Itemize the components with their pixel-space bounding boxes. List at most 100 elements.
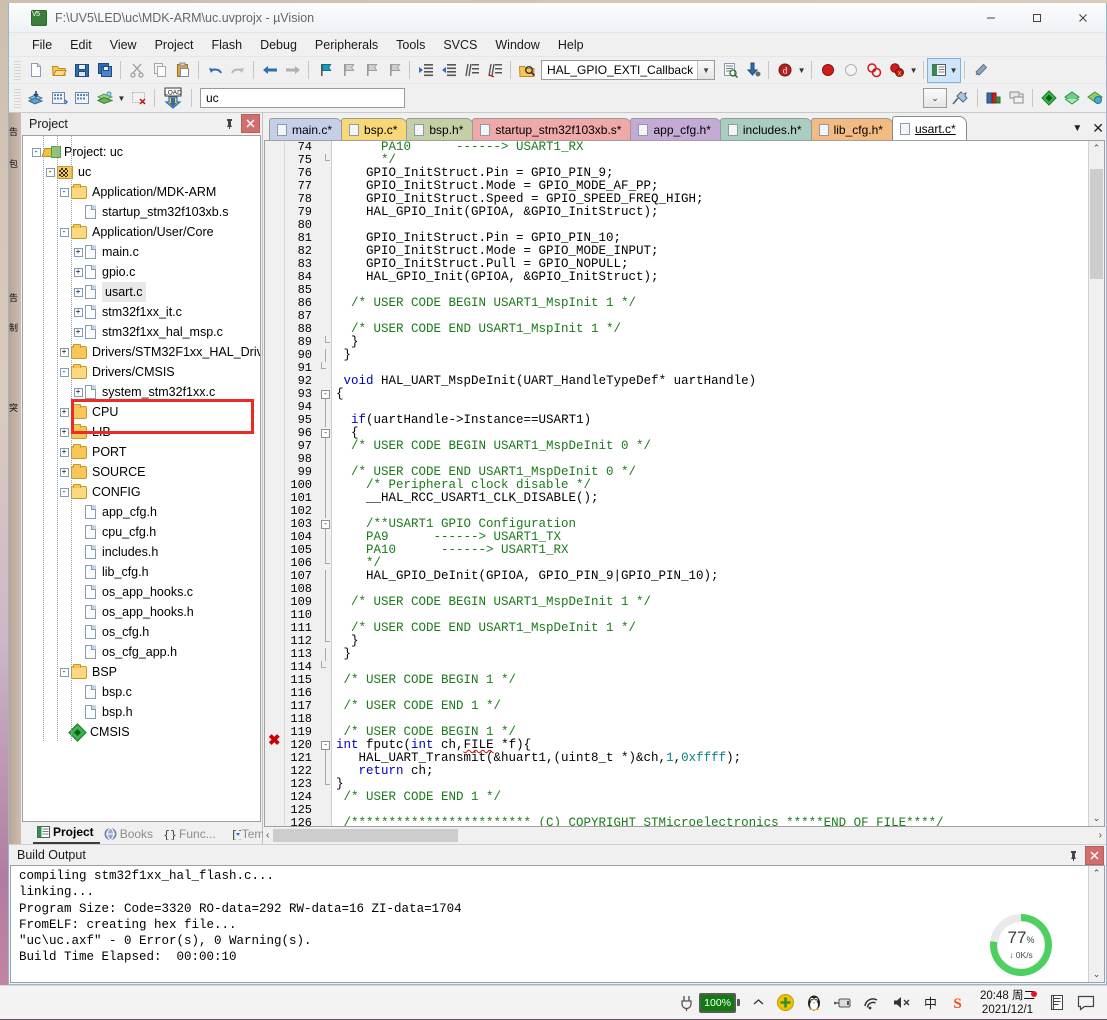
code-line[interactable]: 95 if(uartHandle->Instance==USART1) — [285, 414, 1088, 427]
fold-column[interactable] — [318, 804, 332, 817]
fold-column[interactable]: - — [318, 427, 332, 440]
manage-project-items-icon[interactable] — [982, 87, 1005, 110]
tree-item-usart-c[interactable]: +usart.c — [29, 282, 260, 302]
open-folder-icon[interactable] — [47, 59, 70, 82]
save-icon[interactable] — [70, 59, 93, 82]
code-lines[interactable]: 74 PA10 ------> USART1_RX75 */76 GPIO_In… — [285, 141, 1088, 826]
menu-flash[interactable]: Flash — [202, 35, 251, 55]
tree-item-os-app-hooks-h[interactable]: os_app_hooks.h — [29, 602, 260, 622]
batch-build-icon[interactable] — [93, 87, 116, 110]
code-line[interactable]: 117 /* USER CODE END 1 */ — [285, 700, 1088, 713]
tree-expander[interactable]: + — [57, 408, 71, 417]
menu-file[interactable]: File — [23, 35, 61, 55]
code-line[interactable]: 93-{ — [285, 388, 1088, 401]
minimize-button[interactable] — [968, 3, 1014, 33]
goto-definition-icon[interactable] — [741, 59, 764, 82]
tree-item-drivers-cmsis[interactable]: -Drivers/CMSIS — [29, 362, 260, 382]
menu-view[interactable]: View — [101, 35, 146, 55]
tree-item-main-c[interactable]: +main.c — [29, 242, 260, 262]
tree-expander[interactable]: + — [57, 348, 71, 357]
code-line[interactable]: 90 } — [285, 349, 1088, 362]
configuration-wizard-icon[interactable] — [969, 59, 992, 82]
tree-expander[interactable]: + — [71, 308, 85, 317]
breakpoint-disable-all-icon[interactable] — [862, 59, 885, 82]
stop-build-icon[interactable] — [127, 87, 150, 110]
pack-installer-icon[interactable] — [1037, 87, 1060, 110]
tree-item-system-stm32f1xx-c[interactable]: +system_stm32f1xx.c — [29, 382, 260, 402]
browse-symbol-icon[interactable] — [718, 59, 741, 82]
fold-column[interactable] — [318, 570, 332, 583]
fold-column[interactable] — [318, 323, 332, 336]
tree-item-includes-h[interactable]: includes.h — [29, 542, 260, 562]
tree-item-os-app-hooks-c[interactable]: os_app_hooks.c — [29, 582, 260, 602]
tree-expander[interactable]: - — [43, 168, 57, 177]
show-hidden-icons-button[interactable] — [746, 986, 771, 1020]
chevron-down-icon[interactable]: ▼ — [1072, 123, 1082, 134]
tree-item-os-cfg-h[interactable]: os_cfg.h — [29, 622, 260, 642]
fold-column[interactable] — [318, 206, 332, 219]
fold-column[interactable]: - — [318, 739, 332, 752]
debug-icon[interactable]: d — [773, 59, 796, 82]
project-tree-container[interactable]: -Project: uc-uc-Application/MDK-ARMstart… — [22, 135, 261, 822]
code-line[interactable]: 79 HAL_GPIO_Init(GPIOA, &GPIO_InitStruct… — [285, 206, 1088, 219]
menu-help[interactable]: Help — [549, 35, 593, 55]
code-line[interactable]: 74 PA10 ------> USART1_RX — [285, 141, 1088, 154]
maximize-button[interactable] — [1014, 3, 1060, 33]
build-output-body[interactable]: compiling stm32f1xx_hal_flash.c... linki… — [10, 865, 1105, 983]
speech-bubble-icon[interactable] — [1071, 986, 1101, 1020]
function-navigation-combo[interactable]: HAL_GPIO_EXTI_Callback ▼ — [541, 60, 715, 80]
tree-expander[interactable]: - — [57, 368, 71, 377]
new-file-icon[interactable] — [24, 59, 47, 82]
pin-icon[interactable] — [1064, 846, 1083, 865]
fold-column[interactable] — [318, 453, 332, 466]
volume-muted-icon[interactable] — [887, 986, 918, 1020]
chevron-down-icon[interactable]: ⌄ — [923, 88, 947, 108]
tree-expander[interactable]: + — [57, 428, 71, 437]
bookmark-toggle-icon[interactable] — [313, 59, 336, 82]
docked-panel-label[interactable]: 制 — [7, 323, 20, 332]
tree-expander[interactable]: + — [71, 248, 85, 257]
scroll-down-arrow-icon[interactable]: ⌄ — [1093, 967, 1101, 982]
error-marker-icon[interactable]: ✖ — [268, 733, 281, 748]
menu-tools[interactable]: Tools — [387, 35, 434, 55]
paste-icon[interactable] — [171, 59, 194, 82]
tree-expander[interactable]: - — [57, 668, 71, 677]
close-button[interactable] — [1060, 3, 1106, 33]
editor-margin-bar[interactable]: ✖ — [265, 141, 285, 826]
tree-expander[interactable]: + — [71, 328, 85, 337]
outdent-icon[interactable] — [437, 59, 460, 82]
editor-horizontal-scrollbar[interactable]: ‹ › — [264, 827, 1105, 844]
tree-expander[interactable]: - — [57, 488, 71, 497]
fold-column[interactable] — [318, 557, 332, 570]
fold-column[interactable]: - — [318, 388, 332, 401]
save-all-icon[interactable] — [93, 59, 116, 82]
tree-item-cpu-cfg-h[interactable]: cpu_cfg.h — [29, 522, 260, 542]
code-line[interactable]: 126 /************************ (C) COPYRI… — [285, 817, 1088, 826]
code-line[interactable]: 111 /* USER CODE END USART1_MspDeInit 1 … — [285, 622, 1088, 635]
indent-icon[interactable] — [414, 59, 437, 82]
fold-column[interactable] — [318, 700, 332, 713]
fold-column[interactable] — [318, 479, 332, 492]
manage-runtime-env-icon[interactable] — [1005, 87, 1028, 110]
fold-column[interactable] — [318, 219, 332, 232]
fold-column[interactable] — [318, 726, 332, 739]
taskbar-clock[interactable]: 20:48 周二 2021/12/1 — [972, 989, 1043, 1017]
download-icon[interactable]: LOAD — [159, 87, 187, 110]
pin-icon[interactable] — [220, 114, 239, 133]
breakpoint-insert-icon[interactable] — [816, 59, 839, 82]
scrollbar-thumb[interactable] — [1090, 169, 1103, 279]
code-line[interactable]: 113 } — [285, 648, 1088, 661]
tree-item-application-mdk-arm[interactable]: -Application/MDK-ARM — [29, 182, 260, 202]
fold-column[interactable] — [318, 297, 332, 310]
fold-column[interactable] — [318, 492, 332, 505]
docked-panel-label[interactable]: 告 — [7, 127, 20, 136]
docked-panel-label[interactable]: 突 — [7, 403, 20, 412]
notes-icon[interactable] — [1043, 986, 1071, 1020]
editor-tab-startup-stm32f103xb-s[interactable]: startup_stm32f103xb.s* — [472, 118, 632, 140]
toolbar-grip[interactable] — [14, 61, 21, 80]
fold-column[interactable] — [318, 414, 332, 427]
fold-column[interactable] — [318, 141, 332, 154]
editor-tab-app-cfg-h[interactable]: app_cfg.h* — [630, 118, 721, 140]
fold-column[interactable] — [318, 674, 332, 687]
sidebar-tab-books[interactable]: Books — [100, 825, 159, 844]
